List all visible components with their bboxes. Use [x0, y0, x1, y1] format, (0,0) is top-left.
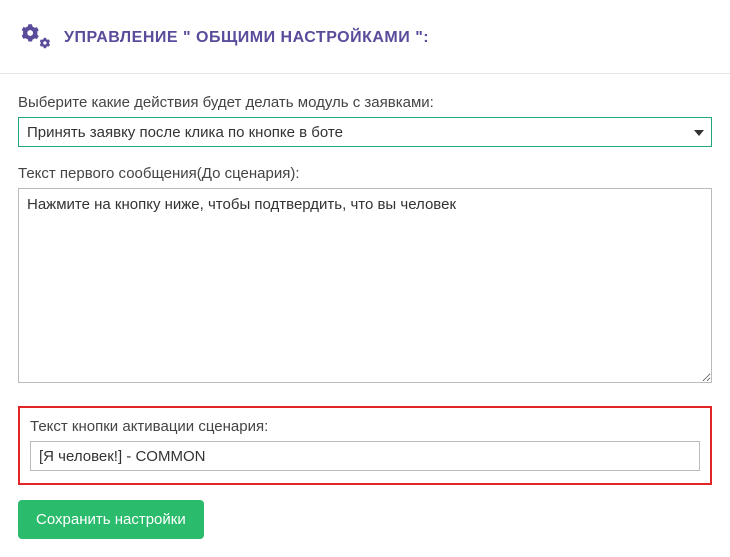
first-message-label: Текст первого сообщения(До сценария):: [18, 165, 712, 182]
settings-form: Выберите какие действия будет делать мод…: [0, 74, 730, 557]
page-header: УПРАВЛЕНИЕ " ОБЩИМИ НАСТРОЙКАМИ ":: [0, 0, 730, 74]
action-label: Выберите какие действия будет делать мод…: [18, 94, 712, 111]
settings-gears-icon: [18, 20, 52, 55]
action-select-wrap: Принять заявку после клика по кнопке в б…: [18, 117, 712, 147]
page-title: УПРАВЛЕНИЕ " ОБЩИМИ НАСТРОЙКАМИ ":: [64, 29, 429, 47]
action-select[interactable]: Принять заявку после клика по кнопке в б…: [18, 117, 712, 147]
first-message-textarea[interactable]: [18, 188, 712, 383]
button-text-label: Текст кнопки активации сценария:: [30, 418, 700, 435]
save-settings-button[interactable]: Сохранить настройки: [18, 500, 204, 539]
first-message-field: Текст первого сообщения(До сценария):: [18, 165, 712, 388]
button-text-input[interactable]: [30, 441, 700, 471]
button-text-highlight-box: Текст кнопки активации сценария:: [18, 406, 712, 485]
action-field: Выберите какие действия будет делать мод…: [18, 94, 712, 147]
